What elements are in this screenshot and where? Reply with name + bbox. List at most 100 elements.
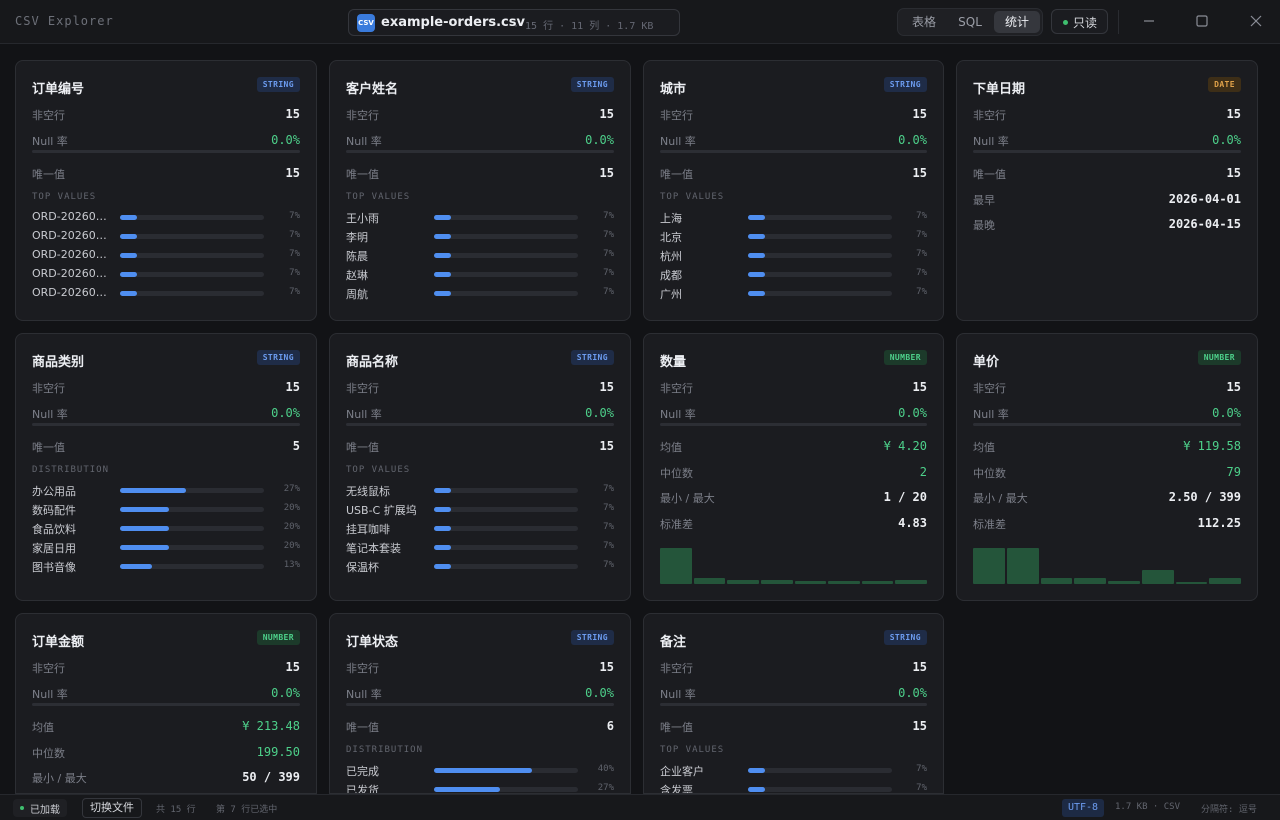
stat-value: 2.50 / 399	[1168, 490, 1241, 504]
value-item: 王小雨 7%	[346, 210, 614, 225]
stat-label: 中位数	[32, 746, 65, 760]
value-label: 已发货	[346, 784, 379, 794]
stat-value: ¥ 213.48	[242, 719, 300, 733]
value-bar-fill	[434, 768, 532, 773]
stat-row: 唯一值 5	[32, 439, 300, 454]
stat-value: 0.0%	[585, 686, 614, 700]
value-bar-track	[120, 253, 264, 258]
file-name: example-orders.csv	[381, 15, 525, 30]
histogram-bar	[828, 581, 860, 584]
switch-file-button[interactable]: 切换文件	[82, 798, 142, 818]
value-percent: 7%	[603, 268, 614, 278]
selected-row: 第 7 行已选中	[216, 805, 278, 815]
stat-row: Null 率 0.0%	[32, 133, 300, 148]
section-label: DISTRIBUTION	[32, 465, 110, 475]
column-name: 订单编号	[32, 82, 85, 97]
stat-row: Null 率 0.0%	[32, 406, 300, 421]
section-label: TOP VALUES	[660, 745, 725, 755]
value-bar-fill	[748, 272, 765, 277]
histogram-bar	[861, 581, 894, 584]
stat-label: Null 率	[660, 688, 696, 701]
section-label: TOP VALUES	[346, 465, 411, 475]
stat-value: 0.0%	[1212, 406, 1241, 420]
value-bar-track	[748, 253, 892, 258]
value-bar-track	[748, 215, 892, 220]
value-bar-track	[434, 291, 578, 296]
stat-row: Null 率 0.0%	[346, 133, 614, 148]
value-bar-fill	[434, 787, 500, 792]
close-icon[interactable]	[1248, 13, 1264, 29]
histogram-bar	[727, 580, 759, 584]
value-item: 数码配件 20%	[32, 502, 300, 517]
stat-value: 15	[285, 660, 300, 674]
value-label: 保温杯	[346, 561, 379, 574]
stat-row: 中位数 79	[973, 465, 1241, 480]
stat-value: 5	[292, 439, 300, 453]
stat-row: 最早 2026-04-01	[973, 192, 1241, 207]
column-name: 单价	[973, 355, 1000, 370]
value-label: 上海	[660, 212, 682, 225]
stat-label: Null 率	[660, 408, 696, 421]
stat-row: 非空行 15	[660, 660, 927, 675]
value-label: 办公用品	[32, 485, 76, 498]
null-rate-bar	[660, 150, 927, 153]
value-label: 李明	[346, 231, 368, 244]
value-label: ORD-20260401	[32, 210, 110, 223]
type-badge: STRING	[883, 630, 927, 645]
status-dot-icon	[1063, 20, 1068, 25]
value-percent: 7%	[916, 230, 927, 240]
stat-label: 非空行	[660, 109, 693, 122]
stat-row: Null 率 0.0%	[346, 686, 614, 701]
value-percent: 7%	[289, 230, 300, 240]
stat-row: 唯一值 6	[346, 719, 614, 734]
value-label: 数码配件	[32, 504, 76, 517]
value-bar-track	[748, 787, 892, 792]
value-percent: 13%	[283, 560, 300, 570]
stat-label: 唯一值	[346, 441, 379, 454]
value-percent: 7%	[916, 211, 927, 221]
histogram-bar	[1209, 578, 1241, 584]
file-meta: · 15 行 · 11 列 · 1.7 KB	[513, 21, 654, 32]
value-bar-track	[434, 488, 578, 493]
value-bar-fill	[434, 545, 451, 550]
column-name: 备注	[660, 635, 687, 650]
value-item: 笔记本套装 7%	[346, 540, 614, 555]
stat-value: 4.83	[898, 515, 927, 530]
stat-label: Null 率	[973, 135, 1009, 148]
value-item: 上海 7%	[660, 210, 927, 225]
value-item: 企业客户 7%	[660, 763, 927, 778]
section-label: TOP VALUES	[32, 192, 97, 202]
minimize-icon[interactable]	[1141, 13, 1157, 29]
histogram-bar	[1040, 578, 1073, 584]
stat-row: 非空行 15	[973, 380, 1241, 395]
encoding-badge[interactable]: UTF-8	[1062, 799, 1104, 817]
value-item: 办公用品 27%	[32, 483, 300, 498]
value-percent: 7%	[289, 268, 300, 278]
stat-row: 均值 ¥ 119.58	[973, 439, 1241, 454]
tab-table[interactable]: 表格	[902, 11, 946, 33]
maximize-icon[interactable]	[1194, 13, 1210, 29]
value-bar-fill	[434, 253, 451, 258]
null-rate-bar	[660, 423, 927, 426]
stat-value: 15	[599, 107, 614, 121]
tab-stats[interactable]: 统计	[994, 11, 1040, 33]
value-item: ORD-20260401 7%	[32, 210, 300, 224]
stat-row: 均值 ¥ 4.20	[660, 439, 927, 454]
stat-value: 15	[285, 166, 300, 180]
stat-row: 非空行 15	[346, 107, 614, 122]
tab-sql[interactable]: SQL	[948, 11, 992, 33]
stat-label: Null 率	[32, 688, 68, 701]
value-bar-track	[120, 507, 264, 512]
stat-row: 标准差 4.83	[660, 515, 927, 531]
file-pill[interactable]: CSV example-orders.csv · 15 行 · 11 列 · 1…	[348, 9, 680, 36]
value-label: 企业客户	[660, 765, 704, 778]
value-percent: 7%	[603, 287, 614, 297]
stat-label: 非空行	[346, 382, 379, 395]
column-name: 订单金额	[32, 635, 85, 650]
value-percent: 7%	[916, 268, 927, 278]
value-percent: 7%	[603, 522, 614, 532]
readonly-button[interactable]: 只读	[1051, 9, 1108, 34]
stat-label: Null 率	[32, 408, 68, 421]
value-bar-track	[120, 215, 264, 220]
column-card-note: 备注 STRING 非空行 15 Null 率 0.0% 唯一值 15 TOP VALUES 企业…	[643, 613, 944, 794]
